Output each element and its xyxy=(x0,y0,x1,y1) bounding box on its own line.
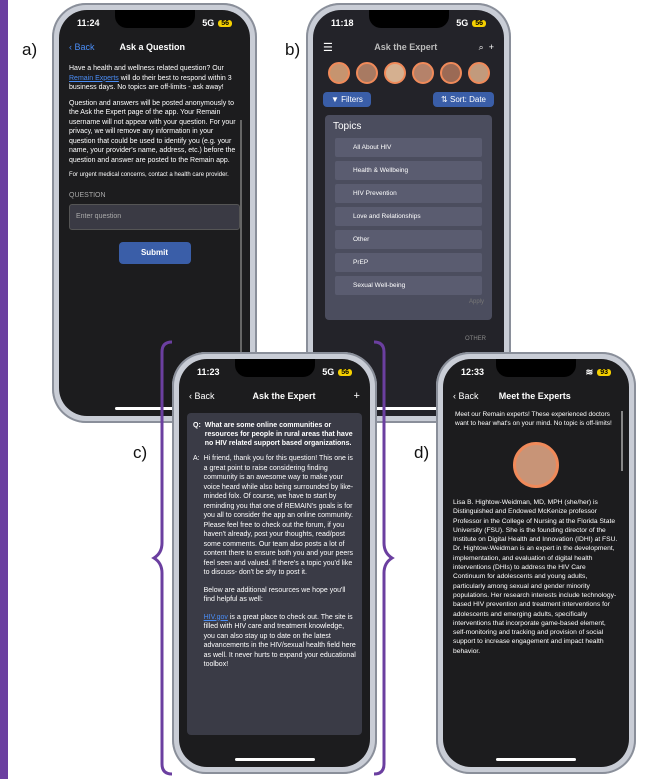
label-b: b) xyxy=(285,40,301,59)
topic-item[interactable]: All About HIV xyxy=(335,138,482,157)
avatar[interactable] xyxy=(327,62,350,84)
screen-d: 12:33 ≋ 93 ‹ Back Meet the Experts Meet o… xyxy=(443,359,629,767)
question-label: QUESTION xyxy=(69,191,106,199)
back-button[interactable]: ‹ Back xyxy=(453,391,479,401)
label-a: a) xyxy=(22,40,38,59)
topic-item[interactable]: Health & Wellbeing xyxy=(335,161,482,180)
wifi-icon: ≋ xyxy=(585,366,594,377)
phone-d: 12:33 ≋ 93 ‹ Back Meet the Experts Meet o… xyxy=(436,352,636,774)
page-title: Ask the Expert xyxy=(374,42,438,52)
submit-button[interactable]: Submit xyxy=(118,242,191,264)
avatar[interactable] xyxy=(439,62,462,84)
label-c: c) xyxy=(133,443,148,462)
add-icon[interactable]: + xyxy=(489,42,494,52)
urgent-note: For urgent medical concerns, contact a h… xyxy=(69,172,229,178)
intro-text: Have a health and wellness related quest… xyxy=(69,65,232,91)
back-button[interactable]: ‹ Back xyxy=(69,42,95,52)
topic-item[interactable]: Other xyxy=(335,230,482,249)
topic-item[interactable]: PrEP xyxy=(335,253,482,272)
avatar[interactable] xyxy=(467,62,490,84)
bracket-frame xyxy=(151,340,395,776)
other-tag: OTHER xyxy=(465,336,486,342)
topic-item[interactable]: Sexual Well-being xyxy=(335,276,482,295)
topic-item[interactable]: Love and Relationships xyxy=(335,207,482,226)
apply-button[interactable]: Apply xyxy=(333,299,484,305)
page-title: Ask a Question xyxy=(119,42,186,52)
privacy-text: Question and answers will be posted anon… xyxy=(69,99,236,164)
filters-button[interactable]: ▼ Filters xyxy=(323,92,371,107)
page-title: Meet the Experts xyxy=(498,391,571,401)
remain-experts-link[interactable]: Remain Experts xyxy=(69,75,119,82)
accent-bar xyxy=(0,0,8,779)
label-d: d) xyxy=(414,443,430,462)
search-icon[interactable]: ⌕ xyxy=(479,42,484,52)
avatar[interactable] xyxy=(355,62,378,84)
scrollbar[interactable] xyxy=(621,411,623,471)
topic-item[interactable]: HIV Prevention xyxy=(335,184,482,203)
topics-title: Topics xyxy=(333,121,362,132)
intro-text: Meet our Remain experts! These experienc… xyxy=(455,411,612,427)
topics-panel: Topics All About HIV Health & Wellbeing HI… xyxy=(325,115,492,320)
sort-button[interactable]: ⇅ Sort: Date xyxy=(433,92,494,107)
question-input[interactable]: Enter question xyxy=(69,204,240,230)
expert-avatar[interactable] xyxy=(513,442,559,488)
expert-avatars xyxy=(313,62,504,84)
menu-icon[interactable]: ☰ xyxy=(323,41,333,54)
avatar[interactable] xyxy=(383,62,406,84)
expert-bio: Lisa B. Hightow-Weidman, MD, MPH (she/he… xyxy=(453,499,618,655)
scrollbar[interactable] xyxy=(240,120,242,370)
topic-list: All About HIV Health & Wellbeing HIV Preve… xyxy=(333,138,484,295)
avatar[interactable] xyxy=(411,62,434,84)
